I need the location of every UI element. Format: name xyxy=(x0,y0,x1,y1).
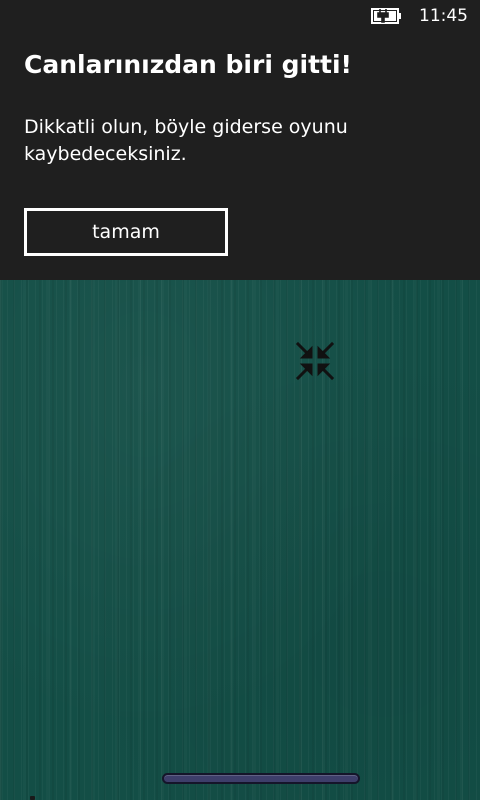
paddle[interactable] xyxy=(162,773,360,784)
dialog-title: Canlarınızdan biri gitti! xyxy=(24,50,352,79)
game-board[interactable] xyxy=(0,280,480,800)
dialog-message: Dikkatli olun, böyle giderse oyunu kaybe… xyxy=(24,116,348,165)
corner-speck xyxy=(30,796,35,800)
ok-button[interactable]: tamam xyxy=(24,208,228,256)
minimize-arrows-icon[interactable] xyxy=(295,341,335,381)
game-screen: 11:45 Canlarınızdan biri gitti! Dikkatli… xyxy=(0,0,480,800)
message-dialog: 11:45 Canlarınızdan biri gitti! Dikkatli… xyxy=(0,0,480,280)
battery-charging-icon xyxy=(371,8,401,24)
clock: 11:45 xyxy=(419,6,468,26)
status-bar: 11:45 xyxy=(371,0,480,32)
